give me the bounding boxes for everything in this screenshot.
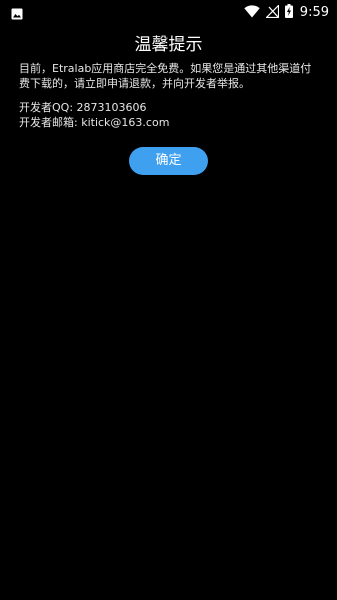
dialog-title: 温馨提示 — [134, 35, 203, 55]
status-time: 9:59 — [299, 4, 329, 20]
qq-value: 2873103606 — [76, 101, 147, 114]
email-label: 开发者邮箱: — [19, 115, 78, 129]
developer-contacts: 开发者QQ: 2873103606 开发者邮箱: kitick@163.com — [19, 101, 325, 130]
developer-email: 开发者邮箱: kitick@163.com — [19, 116, 325, 131]
developer-qq: 开发者QQ: 2873103606 — [19, 101, 325, 116]
message-line-1: 目前，Etralab应用商店完全免费。如果您是通过其他渠道付 — [19, 62, 312, 75]
status-icons: 9:59 — [238, 0, 329, 24]
qq-label: 开发者QQ: — [19, 101, 74, 114]
message-line-2: 费下载的，请立即申请退款，并向开发者举报。 — [19, 77, 250, 90]
wifi-icon — [244, 3, 260, 22]
status-bar: 9:59 — [0, 0, 337, 24]
dialog-message: 目前，Etralab应用商店完全免费。如果您是通过其他渠道付 费下载的，请立即申… — [19, 61, 325, 91]
confirm-button[interactable]: 确定 — [129, 147, 208, 175]
gallery-icon — [11, 5, 23, 24]
battery-charging-icon — [284, 3, 293, 22]
no-signal-icon — [264, 3, 279, 22]
email-value: kitick@163.com — [81, 115, 170, 129]
